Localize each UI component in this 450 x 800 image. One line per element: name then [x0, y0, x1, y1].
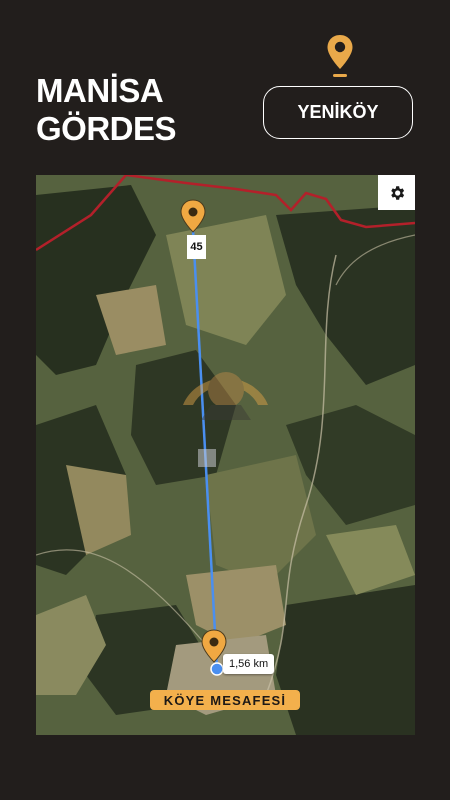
distance-label: 1,56 km: [223, 654, 275, 674]
settings-button[interactable]: [378, 175, 415, 210]
village-button[interactable]: YENİKÖY: [263, 86, 413, 139]
distance-badge: KÖYE MESAFESİ: [150, 690, 300, 710]
title-province: MANİSA: [36, 72, 164, 109]
bearing-label: 45: [187, 235, 206, 259]
page-title: MANİSA GÖRDES: [36, 72, 177, 148]
map-pin-icon: [327, 35, 353, 77]
gear-icon: [390, 185, 404, 200]
map-terrain: [36, 175, 415, 735]
satellite-map[interactable]: 45 1,56 km KÖYE MESAFESİ: [36, 175, 415, 735]
title-district: GÖRDES: [36, 110, 177, 147]
route-midpoint: [198, 449, 216, 467]
end-point: [210, 662, 224, 676]
